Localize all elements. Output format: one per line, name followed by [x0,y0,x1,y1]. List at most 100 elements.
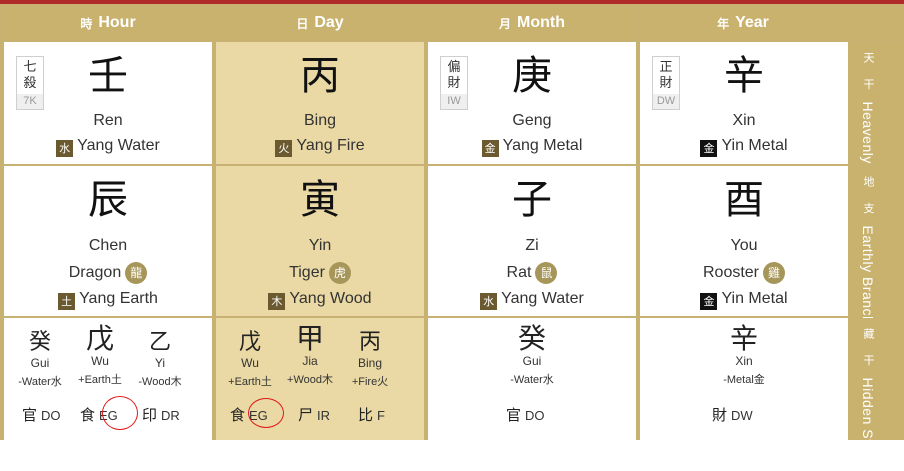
branch-cell-day: 寅 Yin Tiger虎 木Yang Wood [216,166,424,316]
branch-cell-hour: 辰 Chen Dragon龍 土Yang Earth [4,166,212,316]
stem-char-day: 丙 [216,54,424,98]
hidden-stem-day-2: 丙 Bing +Fire火 [342,330,398,389]
ten-god-code: F [377,408,385,423]
header-month-zh: 月 [499,15,511,32]
side-hidden-stems: 藏 干Hidden Stems [850,318,904,440]
earth-icon: 土 [58,293,75,310]
hidden-char: 癸 [12,330,68,356]
ten-god-zh: 比 [358,406,373,424]
hidden-char: 甲 [282,324,338,354]
hidden-element: -Water水 [12,375,68,389]
ten-god-hour-0: 官 DO [22,404,61,425]
hidden-char: 戊 [72,324,128,354]
header-hour-zh: 時 [80,15,92,32]
branch-element-hour: 土Yang Earth [4,290,212,310]
red-annotation-circle [248,398,284,428]
hidden-char: 乙 [132,330,188,356]
branch-animal-year: Rooster雞 [640,262,848,284]
hidden-stem-hour-1: 戊 Wu +Earth土 [72,324,128,387]
fire-icon: 火 [275,140,292,157]
stem-element-label-year: Yin Metal [721,137,787,154]
stem-element-label-hour: Yang Water [77,137,160,154]
branch-element-label-year: Yin Metal [721,290,787,307]
animal-label-year: Rooster [703,264,759,281]
side-hidden-en: Hidden Stems [860,378,876,471]
header-year: 年 Year [640,6,846,40]
rat-icon: 鼠 [535,262,557,284]
red-annotation-circle [102,396,138,430]
hidden-char: 癸 [504,324,560,354]
animal-label-day: Tiger [289,264,325,281]
ten-god-zh: 官 [506,406,521,424]
header-day-zh: 日 [296,15,308,32]
ten-god-code: DO [41,408,61,423]
wood-icon: 木 [268,293,285,310]
hidden-stem-month-0: 癸 Gui -Water水 [504,324,560,387]
ten-god-hour-2: 印DR [142,404,180,425]
rooster-icon: 雞 [763,262,785,284]
side-earthly-branches: 地 支Earthly Branches [850,166,904,316]
hidden-cell-day: 戊 Wu +Earth土 甲 Jia +Wood木 丙 Bing +Fire火 … [216,318,424,440]
stem-element-year: 金Yin Metal [640,137,848,157]
ten-god-zh: 尸 [298,406,313,424]
side-heavenly-stems: 天 干Heavenly Stems [850,42,904,164]
hidden-char: 丙 [342,330,398,356]
ten-god-zh: 官 [22,406,37,424]
hidden-stem-day-1: 甲 Jia +Wood木 [282,324,338,387]
stem-cell-year: 正財 DW 辛 Xin 金Yin Metal [640,42,848,164]
stem-element-label-day: Yang Fire [296,137,364,154]
ten-god-day-2: 比F [358,404,385,425]
stem-cell-hour: 七殺 7K 壬 Ren 水Yang Water [4,42,212,164]
dragon-icon: 龍 [125,262,147,284]
branch-animal-day: Tiger虎 [216,262,424,284]
ten-god-zh: 食 [230,406,245,424]
ten-god-code: DR [161,408,180,423]
water-icon: 水 [480,293,497,310]
metal-icon: 金 [700,293,717,310]
metal-icon: 金 [482,140,499,157]
stem-char-month: 庚 [428,54,636,98]
hidden-stem-year-0: 辛 Xin -Metal金 [716,324,772,387]
branch-pinyin-day: Yin [216,237,424,255]
ten-god-code: DW [731,408,753,423]
stem-element-month: 金Yang Metal [428,137,636,157]
header-corner [850,6,904,40]
hidden-stem-hour-0: 癸 Gui -Water水 [12,330,68,389]
side-hidden-zh: 藏 干 [862,328,875,372]
ten-god-year-0: 財 DW [712,404,753,425]
branch-element-label-month: Yang Water [501,290,584,307]
stem-pinyin-hour: Ren [4,112,212,130]
stem-cell-month: 偏財 IW 庚 Geng 金Yang Metal [428,42,636,164]
header-day-label: Day [314,14,343,32]
side-stems-zh: 天 干 [862,52,875,96]
branch-cell-year: 酉 You Rooster雞 金Yin Metal [640,166,848,316]
hidden-char: 戊 [222,330,278,356]
stem-element-label-month: Yang Metal [503,137,583,154]
branch-element-year: 金Yin Metal [640,290,848,310]
branch-char-year: 酉 [640,178,848,222]
hidden-element: +Fire火 [342,375,398,389]
header-day: 日 Day [216,6,424,40]
hidden-element: +Earth土 [72,373,128,387]
hidden-char: 辛 [716,324,772,354]
branch-element-label-hour: Yang Earth [79,290,158,307]
ten-god-month-0: 官DO [506,404,545,425]
hidden-pinyin: Wu [222,356,278,370]
animal-label-hour: Dragon [69,264,121,281]
hidden-pinyin: Yi [132,356,188,370]
stem-char-hour: 壬 [4,54,212,98]
hidden-element: -Water水 [504,373,560,387]
hidden-element: -Wood木 [132,375,188,389]
stem-element-day: 火Yang Fire [216,137,424,157]
hidden-cell-year: 辛 Xin -Metal金 財 DW [640,318,848,440]
water-icon: 水 [56,140,73,157]
tiger-icon: 虎 [329,262,351,284]
hidden-pinyin: Gui [12,356,68,370]
hidden-pinyin: Bing [342,356,398,370]
ten-god-zh: 財 [712,406,727,424]
branch-element-label-day: Yang Wood [289,290,371,307]
ten-god-code: IR [317,408,330,423]
hidden-pinyin: Gui [504,354,560,368]
hidden-stem-hour-2: 乙 Yi -Wood木 [132,330,188,389]
hidden-pinyin: Wu [72,354,128,368]
